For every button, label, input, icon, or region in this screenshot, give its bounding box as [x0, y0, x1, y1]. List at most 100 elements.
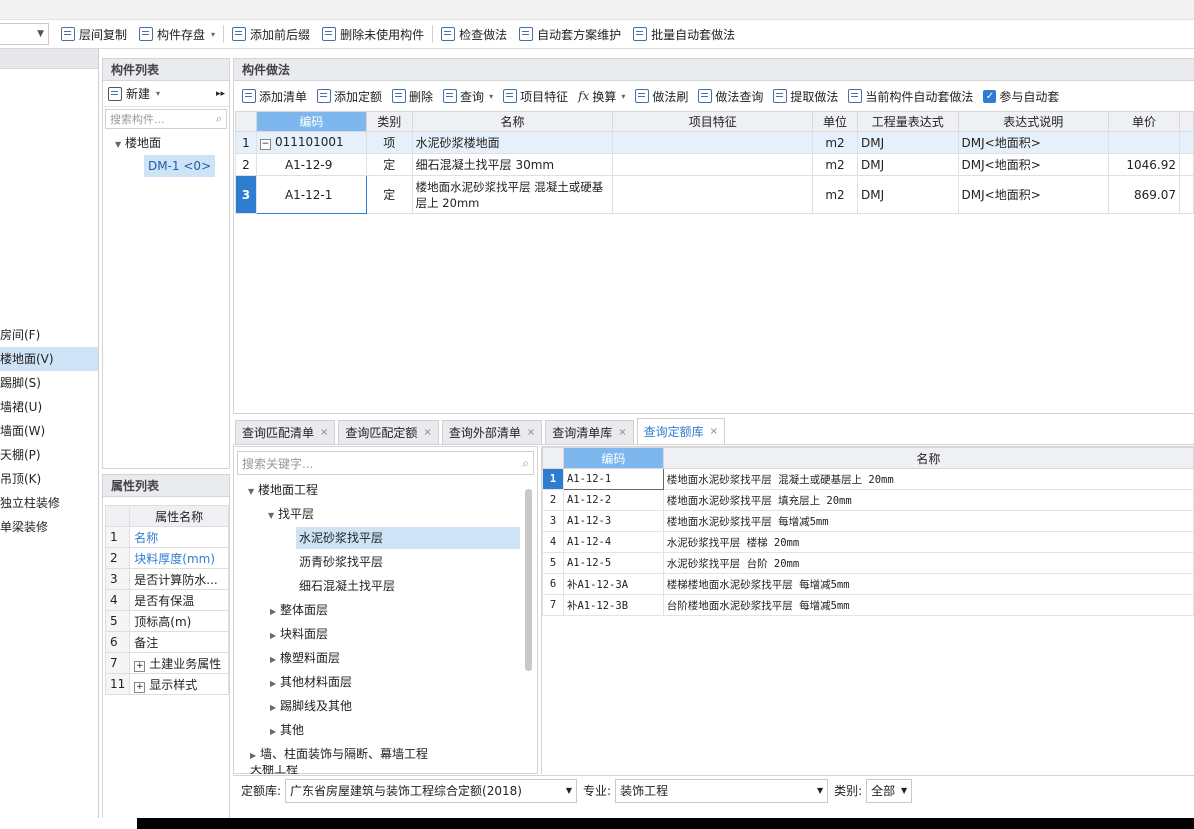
nav-item-column-decoration[interactable]: 独立柱装修 — [0, 491, 98, 515]
expand-arrow-icon: ▶ — [270, 727, 277, 736]
table-header: 编码 名称 — [542, 447, 1194, 469]
nav-item-suspended-ceiling[interactable]: 吊顶(K) — [0, 467, 98, 491]
close-icon[interactable]: × — [423, 422, 431, 444]
column-header-description: 表达式说明 — [957, 111, 1110, 132]
add-bill-button[interactable]: 添加清单 — [237, 84, 312, 108]
table-row[interactable]: 7 补A1-12-3B 台阶楼地面水泥砂浆找平层 每增减5mm — [542, 594, 1194, 616]
tab-match-bill[interactable]: 查询匹配清单 × — [235, 420, 336, 444]
method-query-button[interactable]: 做法查询 — [693, 84, 768, 108]
nav-item-floor[interactable]: 楼地面(V) — [0, 347, 98, 371]
method-table: 编码 类别 名称 项目特征 单位 工程量表达式 表达式说明 单价 1 −0111… — [235, 111, 1194, 214]
tab-quota-library[interactable]: 查询定额库 × — [636, 418, 726, 444]
current-auto-method-button[interactable]: 当前构件自动套做法 — [843, 84, 978, 108]
tab-match-quota[interactable]: 查询匹配定额 × — [338, 420, 439, 444]
participate-auto-checkbox[interactable]: ✓ 参与自动套 — [978, 84, 1064, 108]
tree-scrollbar[interactable] — [525, 489, 532, 671]
nav-item-wall[interactable]: 墙面(W) — [0, 419, 98, 443]
table-row[interactable]: 1 A1-12-1 楼地面水泥砂浆找平层 混凝土或硬基层上 20mm — [542, 468, 1194, 490]
tree-node-other[interactable]: ▶ 其他 — [270, 719, 304, 741]
convert-button[interactable]: fx 换算 ▾ — [573, 84, 630, 108]
tree-node-wall-column[interactable]: ▶ 墙、柱面装饰与隔断、幕墙工程 — [250, 743, 428, 765]
close-icon[interactable]: × — [710, 421, 718, 443]
tab-external-bill[interactable]: 查询外部清单 × — [441, 420, 543, 444]
keyword-search-input[interactable]: 搜索关键字... ⌕ — [237, 451, 534, 475]
save-component-button[interactable]: 构件存盘 ▾ — [133, 22, 221, 46]
table-row[interactable]: 2 A1-12-2 楼地面水泥砂浆找平层 填充层上 20mm — [542, 489, 1194, 511]
pane-header — [0, 49, 98, 69]
nav-item-beam-decoration[interactable]: 单梁装修 — [0, 515, 98, 539]
add-quota-button[interactable]: 添加定额 — [312, 84, 387, 108]
table-row[interactable]: 1 −011101001 项 水泥砂浆楼地面 m2 DMJ DMJ<地面积> — [235, 131, 1194, 154]
component-search-input[interactable]: 搜索构件... ⌕ — [105, 109, 227, 129]
search-icon: ⌕ — [215, 112, 222, 125]
table-row[interactable]: 11 + 显示样式 — [104, 673, 229, 695]
major-select[interactable]: 装饰工程 ▼ — [615, 778, 829, 803]
collapse-minus-icon[interactable]: − — [259, 139, 271, 150]
table-row[interactable]: 3 A1-12-3 楼地面水泥砂浆找平层 每增减5mm — [542, 510, 1194, 532]
table-row[interactable]: 1 名称 — [104, 526, 229, 548]
column-header-price: 单价 — [1108, 111, 1180, 132]
tree-node-leveling-layer[interactable]: ▼ 找平层 — [268, 503, 314, 525]
table-row[interactable]: 4 A1-12-4 水泥砂浆找平层 楼梯 20mm — [542, 531, 1194, 553]
auto-scheme-maintain-button[interactable]: 自动套方案维护 — [513, 22, 627, 46]
tree-node-ceiling-engineering[interactable]: 天棚工程 — [250, 765, 298, 774]
close-icon[interactable]: × — [618, 422, 626, 444]
close-icon[interactable]: × — [320, 422, 328, 444]
chevron-down-icon[interactable]: ▾ — [156, 89, 160, 98]
table-row[interactable]: 4 是否有保温 — [104, 589, 229, 611]
expand-plus-icon[interactable]: + — [134, 681, 146, 693]
tree-node-floor[interactable]: ▼ 楼地面 — [115, 134, 161, 151]
add-prefix-suffix-button[interactable]: 添加前后缀 — [226, 22, 316, 46]
expand-arrow-icon[interactable]: ▸▸ — [216, 89, 225, 99]
tree-node-dm1[interactable]: DM-1 <0> — [144, 155, 216, 177]
item-feature-button[interactable]: 项目特征 — [498, 84, 573, 108]
quota-tree-panel: 搜索关键字... ⌕ ▼ 楼地面工程 ▼ 找平层 水泥砂浆找平层 沥青砂浆找平层 … — [233, 446, 538, 774]
tree-node-block-surface[interactable]: ▶ 块料面层 — [270, 623, 328, 645]
table-row[interactable]: 6 补A1-12-3A 楼梯楼地面水泥砂浆找平层 每增减5mm — [542, 573, 1194, 595]
table-row[interactable]: 3 是否计算防水... — [104, 568, 229, 590]
collapse-arrow-icon: ▼ — [248, 487, 255, 496]
tree-node-other-material[interactable]: ▶ 其他材料面层 — [270, 671, 352, 693]
tree-node-rubber-plastic[interactable]: ▶ 橡塑料面层 — [270, 647, 340, 669]
delete-unused-button[interactable]: 删除未使用构件 — [316, 22, 430, 46]
component-method-panel: 构件做法 添加清单 添加定额 删除 查询 ▾ 项目特征 fx 换算 ▾ 做法刷 做法查… — [233, 58, 1194, 414]
close-icon[interactable]: × — [527, 422, 535, 444]
batch-auto-method-button[interactable]: 批量自动套做法 — [627, 22, 741, 46]
quota-library-select[interactable]: 广东省房屋建筑与装饰工程综合定额(2018) ▼ — [285, 778, 578, 803]
tree-node-fine-concrete[interactable]: 细石混凝土找平层 — [299, 575, 395, 597]
column-header-name: 名称 — [411, 111, 614, 132]
column-header-unit: 单位 — [812, 111, 858, 132]
tab-bill-library[interactable]: 查询清单库 × — [545, 420, 634, 444]
check-method-button[interactable]: 检查做法 — [435, 22, 513, 46]
tree-node-skirting-other[interactable]: ▶ 踢脚线及其他 — [270, 695, 352, 717]
category-select[interactable]: 全部 ▼ — [866, 778, 913, 803]
nav-item-skirting[interactable]: 踢脚(S) — [0, 371, 98, 395]
table-row[interactable]: 2 块料厚度(mm) — [104, 547, 229, 569]
divider — [432, 25, 434, 43]
search-icon[interactable]: ⌕ — [522, 456, 529, 471]
expand-plus-icon[interactable]: + — [134, 660, 146, 672]
new-button[interactable]: 新建 — [126, 85, 150, 102]
nav-item-dado[interactable]: 墙裙(U) — [0, 395, 98, 419]
query-button[interactable]: 查询 ▾ — [438, 84, 498, 108]
table-row[interactable]: 7 + 土建业务属性 — [104, 652, 229, 674]
table-row[interactable]: 6 备注 — [104, 631, 229, 653]
tree-node-cement-mortar[interactable]: 水泥砂浆找平层 — [296, 527, 520, 549]
table-row[interactable]: 5 顶标高(m) — [104, 610, 229, 632]
table-row[interactable]: 5 A1-12-5 水泥砂浆找平层 台阶 20mm — [542, 552, 1194, 574]
method-brush-button[interactable]: 做法刷 — [630, 84, 693, 108]
nav-item-ceiling[interactable]: 天棚(P) — [0, 443, 98, 467]
column-header-expression: 工程量表达式 — [856, 111, 959, 132]
copy-between-floors-button[interactable]: 层间复制 — [55, 22, 133, 46]
table-row[interactable]: 2 A1-12-9 定 细石混凝土找平层 30mm m2 DMJ DMJ<地面积… — [235, 153, 1194, 176]
tree-node-floor-engineering[interactable]: ▼ 楼地面工程 — [248, 479, 318, 501]
tree-node-asphalt-mortar[interactable]: 沥青砂浆找平层 — [299, 551, 383, 573]
floor-select[interactable]: ▼ — [0, 23, 49, 45]
nav-item-room[interactable]: 房间(F) — [0, 323, 98, 347]
tree-node-integral-surface[interactable]: ▶ 整体面层 — [270, 599, 328, 621]
delete-button[interactable]: 删除 — [387, 84, 438, 108]
chevron-down-icon: ▼ — [565, 786, 573, 795]
table-row[interactable]: 3 A1-12-1 定 楼地面水泥砂浆找平层 混凝土或硬基层上 20mm m2 … — [235, 175, 1194, 214]
extract-method-button[interactable]: 提取做法 — [768, 84, 843, 108]
add-bill-icon — [242, 89, 256, 103]
